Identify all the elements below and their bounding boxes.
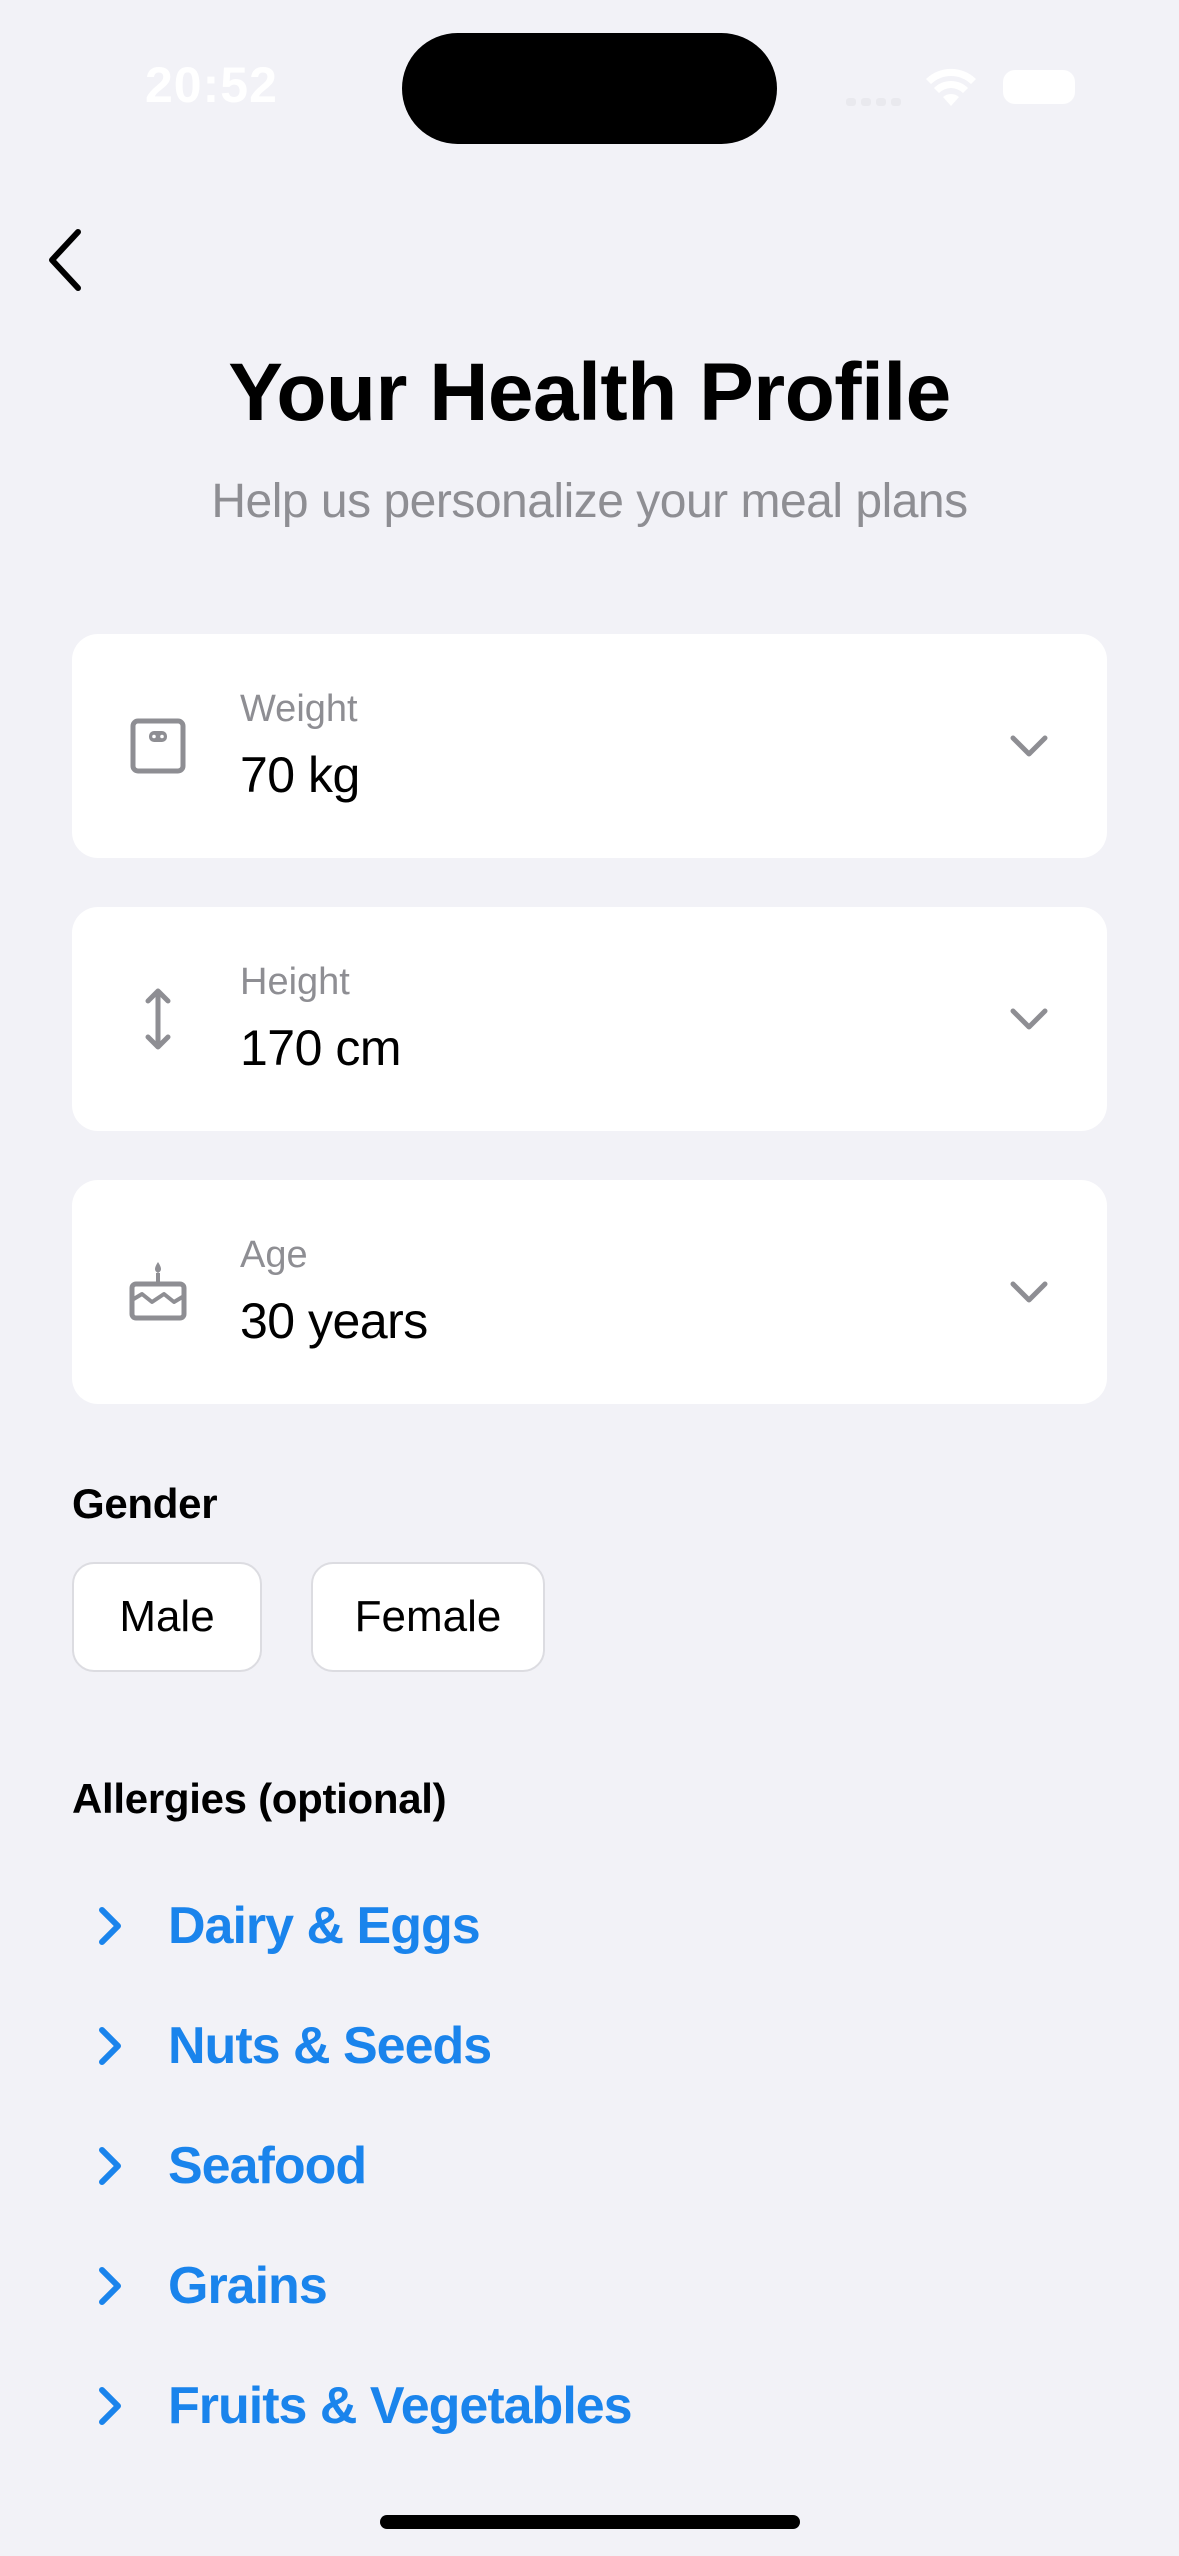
cellular-signal-icon (846, 96, 902, 106)
allergy-category-dairy-eggs[interactable]: Dairy & Eggs (72, 1886, 972, 1966)
weight-label: Weight (240, 688, 358, 730)
chevron-down-icon (1010, 1281, 1048, 1303)
allergy-category-label: Grains (168, 2257, 328, 2315)
age-label: Age (240, 1234, 308, 1276)
allergy-category-nuts-seeds[interactable]: Nuts & Seeds (72, 2006, 972, 2086)
height-arrows-icon (145, 988, 171, 1050)
gender-option-female[interactable]: Female (311, 1562, 545, 1672)
wifi-icon (926, 68, 976, 106)
birthday-cake-icon (129, 1262, 187, 1321)
chevron-right-icon (99, 2387, 121, 2425)
chevron-right-icon (99, 2147, 121, 2185)
height-label: Height (240, 961, 350, 1003)
allergy-category-label: Seafood (168, 2137, 367, 2195)
status-bar: 20:52 (0, 0, 1179, 170)
chevron-right-icon (99, 2267, 121, 2305)
age-value: 30 years (240, 1293, 428, 1349)
chevron-down-icon (1010, 735, 1048, 757)
age-selector[interactable]: Age 30 years (72, 1180, 1107, 1404)
weight-selector[interactable]: Weight 70 kg (72, 634, 1107, 858)
dynamic-island (402, 33, 777, 144)
home-indicator[interactable] (380, 2515, 800, 2529)
allergy-category-fruits-vegetables[interactable]: Fruits & Vegetables (72, 2366, 972, 2446)
chevron-left-icon (49, 229, 81, 291)
chevron-right-icon (99, 1907, 121, 1945)
status-time: 20:52 (145, 57, 278, 113)
weight-value: 70 kg (240, 747, 360, 803)
chevron-down-icon (1010, 1008, 1048, 1030)
allergies-section-title: Allergies (optional) (72, 1775, 447, 1822)
allergy-category-label: Fruits & Vegetables (168, 2377, 633, 2435)
chevron-right-icon (99, 2027, 121, 2065)
height-value: 170 cm (240, 1020, 401, 1076)
back-button[interactable] (36, 222, 96, 298)
scale-icon (130, 718, 186, 774)
allergy-category-grains[interactable]: Grains (72, 2246, 972, 2326)
page-title: Your Health Profile (228, 347, 951, 438)
allergy-category-label: Nuts & Seeds (168, 2017, 492, 2075)
allergy-category-seafood[interactable]: Seafood (72, 2126, 972, 2206)
allergy-category-label: Dairy & Eggs (168, 1897, 481, 1955)
height-selector[interactable]: Height 170 cm (72, 907, 1107, 1131)
battery-icon (1003, 70, 1075, 104)
gender-option-male[interactable]: Male (72, 1562, 262, 1672)
gender-section-title: Gender (72, 1480, 218, 1527)
page-subtitle: Help us personalize your meal plans (211, 475, 968, 528)
